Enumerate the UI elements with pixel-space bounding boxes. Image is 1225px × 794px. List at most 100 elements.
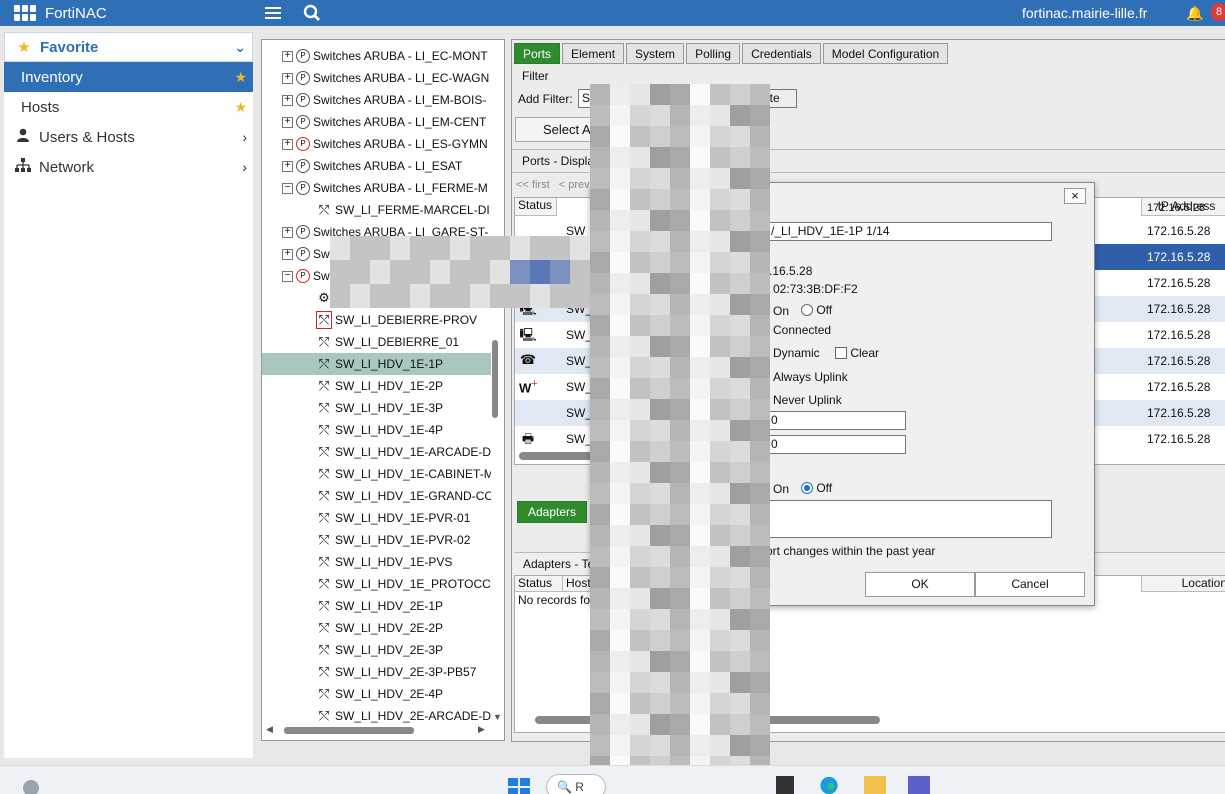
tree-expander-icon[interactable]: + <box>282 138 293 150</box>
tree-expander-icon[interactable]: + <box>282 248 293 260</box>
tree-expander-icon[interactable]: + <box>282 50 293 62</box>
column-header-location[interactable]: Location <box>1141 576 1225 592</box>
admin-status-off[interactable]: Off <box>801 303 832 317</box>
notification-badge[interactable]: 8 <box>1211 3 1225 21</box>
tree-expander-icon[interactable]: − <box>282 182 293 194</box>
tree-device-item[interactable]: ⤲ SW_LI_HDV_1E-3P <box>262 397 491 419</box>
tree-device-item[interactable]: ⤲ SW_LI_DEBIERRE-PROV <box>262 309 491 331</box>
close-icon[interactable]: × <box>1064 188 1086 204</box>
tree-expander-icon[interactable]: + <box>282 160 293 172</box>
nav-inventory[interactable]: Inventory ★ <box>4 62 253 92</box>
tree-group-item[interactable]: + P Switches ARUBA - LI_EM-BOIS- <box>262 89 491 111</box>
clear-option[interactable]: Clear <box>835 346 879 360</box>
hamburger-menu-icon[interactable] <box>265 4 281 22</box>
tree-device-item[interactable]: ⤲ SW_LI_HDV_1E_PROTOCC <box>262 573 491 595</box>
taskbar-search[interactable]: 🔍 R <box>546 774 606 794</box>
tree-device-item[interactable]: ⤲ SW_LI_HDV_2E-4P <box>262 683 491 705</box>
tree-device-item[interactable]: ⤲ SW_LI_HDV_1E-ARCADE-D <box>262 441 491 463</box>
tree-expander-icon[interactable]: + <box>282 94 293 106</box>
group-icon: P <box>296 247 310 261</box>
nav-network[interactable]: Network › <box>4 152 253 182</box>
vlan-field-b[interactable]: 0 <box>766 435 906 454</box>
tree-device-item[interactable]: ⤲ SW_LI_DEBIERRE_01 <box>262 331 491 353</box>
group-icon: P <box>296 181 310 195</box>
tree-group-item[interactable]: + P Switches ARUBA - LI_EC-MONT <box>262 45 491 67</box>
cancel-button[interactable]: Cancel <box>975 572 1085 597</box>
nav-favorite[interactable]: ★ Favorite ⌄ <box>4 32 253 62</box>
windows-start-icon[interactable] <box>508 778 530 794</box>
tree-device-item[interactable]: ⤲ SW_LI_HDV_1E-4P <box>262 419 491 441</box>
nav-users-hosts[interactable]: Users & Hosts › <box>4 122 253 152</box>
off-radio-selected[interactable] <box>801 482 813 494</box>
tab-polling[interactable]: Polling <box>686 43 741 64</box>
pager-first-link[interactable]: << first <box>516 179 550 191</box>
tree-device-item[interactable]: ⤲ SW_LI_HDV_2E-1P <box>262 595 491 617</box>
status-off-option[interactable]: Off <box>801 481 832 495</box>
tree-device-item[interactable]: ⤲ SW_LI_HDV_1E-PVR-02 <box>262 529 491 551</box>
chevron-down-icon: ⌄ <box>234 38 246 55</box>
ok-button[interactable]: OK <box>865 572 975 597</box>
port-name-field[interactable]: /_LI_HDV_1E-1P 1/14 <box>766 222 1052 241</box>
tree-group-item[interactable]: + P Switches ARUBA - LI_ESAT <box>262 155 491 177</box>
tree-device-item[interactable]: ⤲ SW_LI_HDV_1E-1P <box>262 353 491 375</box>
admin-status-on[interactable]: On <box>773 304 789 318</box>
tab-element[interactable]: Element <box>562 43 625 64</box>
off-radio[interactable] <box>801 304 813 316</box>
tree-group-item[interactable]: − P Switches ARUBA - LI_FERME-M <box>262 177 491 199</box>
tab-model-configuration[interactable]: Model Configuration <box>822 43 949 64</box>
file-explorer-icon[interactable] <box>864 776 886 794</box>
status-on-option[interactable]: On <box>773 482 789 496</box>
port-status-icon: 🖳 <box>519 327 537 342</box>
column-header-status[interactable]: Status <box>515 198 557 216</box>
tree-device-item[interactable]: ⤲ SW_LI_HDV_2E-3P <box>262 639 491 661</box>
star-icon[interactable]: ★ <box>234 69 247 86</box>
tab-system[interactable]: System <box>626 43 685 64</box>
tree-group-item[interactable]: + P Switches ARUBA - LI_EM-CENT <box>262 111 491 133</box>
scroll-left-arrow-icon[interactable]: ◀ <box>266 724 273 735</box>
scrollbar-thumb[interactable] <box>284 727 414 734</box>
tab-adapters[interactable]: Adapters <box>517 501 587 523</box>
star-icon[interactable]: ★ <box>234 99 247 116</box>
tree-group-item[interactable]: + P Switches ARUBA - LI_EC-WAGN <box>262 67 491 89</box>
chevron-right-icon: › <box>242 159 247 175</box>
search-icon[interactable] <box>303 4 321 22</box>
tree-device-label: SW_LI_HDV_1E-1P <box>335 357 444 371</box>
tree-device-item[interactable]: ⤲ SW_LI_HDV_1E-2P <box>262 375 491 397</box>
tree-device-item[interactable]: ⤲ SW_LI_HDV_2E-3P-PB57 <box>262 661 491 683</box>
ip-address-value: .16.5.28 <box>769 264 813 278</box>
app-brand: FortiNAC <box>45 4 107 22</box>
tree-device-label: SW_LI_HDV_2E-3P-PB57 <box>335 665 477 679</box>
tree-device-item[interactable]: ⤲ SW_LI_FERME-MARCEL-DI <box>262 199 491 221</box>
always-uplink-label[interactable]: Always Uplink <box>773 370 848 384</box>
never-uplink-label[interactable]: Never Uplink <box>773 393 842 407</box>
tree-expander-icon[interactable]: + <box>282 226 293 238</box>
tree-device-item[interactable]: ⤲ SW_LI_HDV_1E-PVS <box>262 551 491 573</box>
grid-horizontal-scrollbar[interactable] <box>519 452 599 460</box>
tree-device-item[interactable]: ⤲ SW_LI_HDV_1E-CABINET-M <box>262 463 491 485</box>
tree-horizontal-scrollbar[interactable] <box>280 727 480 734</box>
nav-hosts[interactable]: Hosts ★ <box>4 92 253 122</box>
tree-device-item[interactable]: ⤲ SW_LI_HDV_1E-GRAND-CC <box>262 485 491 507</box>
tree-device-item[interactable]: ⤲ SW_LI_HDV_2E-ARCADE-D <box>262 705 491 727</box>
notes-textarea[interactable] <box>766 500 1052 538</box>
tree-expander-icon[interactable]: − <box>282 270 293 282</box>
pager-prev-link[interactable]: < prev <box>559 179 590 191</box>
tab-credentials[interactable]: Credentials <box>742 43 821 64</box>
tree-device-item[interactable]: ⤲ SW_LI_HDV_2E-2P <box>262 617 491 639</box>
tree-vertical-scrollbar[interactable] <box>492 50 500 418</box>
tree-expander-icon[interactable]: + <box>282 116 293 128</box>
column-header-status[interactable]: Status <box>515 576 563 592</box>
vlan-field-a[interactable]: 0 <box>766 411 906 430</box>
scroll-down-arrow-icon[interactable]: ▼ <box>493 712 502 722</box>
tree-group-item[interactable]: + P Switches ARUBA - LI_ES-GYMN <box>262 133 491 155</box>
task-view-icon[interactable] <box>776 776 794 794</box>
scrollbar-thumb[interactable] <box>492 340 498 418</box>
bell-icon[interactable]: 🔔 <box>1186 5 1203 22</box>
tab-ports[interactable]: Ports <box>514 43 561 64</box>
tree-device-item[interactable]: ⤲ SW_LI_HDV_1E-PVR-01 <box>262 507 491 529</box>
teams-icon[interactable] <box>908 776 930 794</box>
tree-expander-icon[interactable]: + <box>282 72 293 84</box>
edge-icon[interactable] <box>818 776 840 794</box>
weather-icon[interactable] <box>20 777 42 794</box>
clear-checkbox[interactable] <box>835 347 847 359</box>
